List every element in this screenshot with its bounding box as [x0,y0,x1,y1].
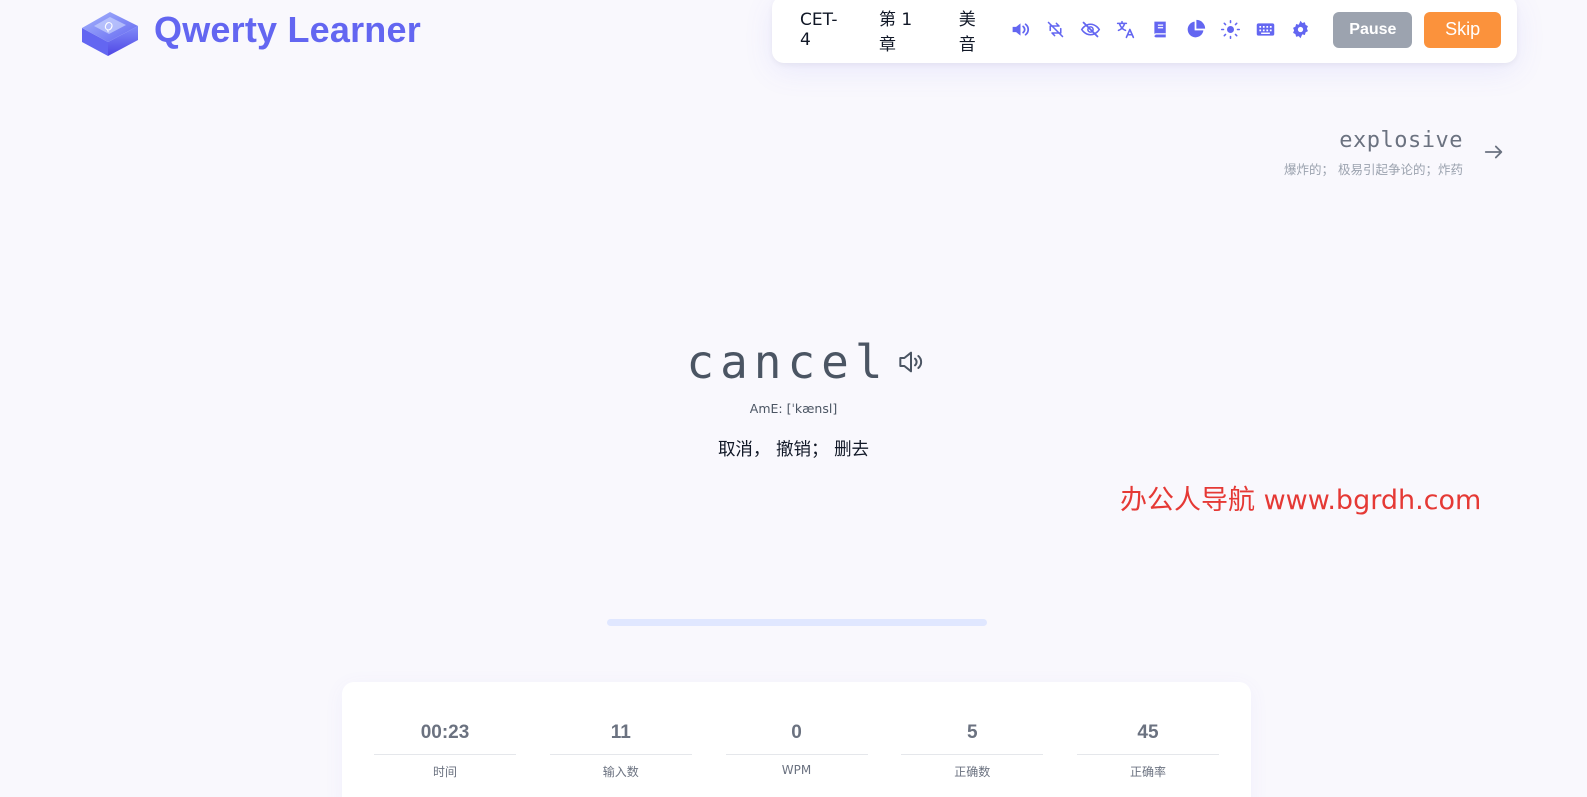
stats-pie-icon[interactable] [1185,19,1206,40]
current-word-panel: cancel AmE: [ˈkænsl] 取消， 撤销； 删去 [0,335,1587,461]
keyboard-icon[interactable] [1255,19,1276,40]
word-translation: 取消， 撤销； 删去 [717,440,870,460]
stat-value: 45 [1077,722,1219,755]
chapter-progress-bar [607,619,987,626]
speaker-icon[interactable] [895,346,927,378]
watermark: 办公人导航 www.bgrdh.com [1120,485,1482,516]
stat-input-count: 11 输入数 [549,722,692,797]
stat-time: 00:23 时间 [374,722,516,797]
stat-label: 输入数 [602,765,639,779]
phonetic: AmE: [ˈkænsl] [749,401,838,416]
chapter-selector[interactable]: 第 1 章 [869,0,941,61]
next-word-text: explosive [1339,128,1463,153]
app-logo[interactable]: Q Qwerty Learner [78,2,421,58]
current-word: cancel [686,335,889,389]
stat-value: 11 [549,722,692,755]
stat-correct-count: 5 正确数 [901,722,1044,797]
stat-label: 正确数 [954,765,991,779]
toolbar: CET-4 第 1 章 美音 Pause Skip [772,0,1517,63]
keycap-logo-icon: Q [82,12,138,56]
stats-panel: 00:23 时间 11 输入数 0 WPM 5 正确数 45 正确率 [342,682,1251,797]
stat-label: 时间 [432,765,457,779]
next-word-translation: 爆炸的； 极易引起争论的；炸药 [1284,162,1463,177]
stat-wpm: 0 WPM [725,722,868,797]
theme-sun-icon[interactable] [1220,19,1241,40]
stat-value: 5 [901,722,1044,755]
dictionary-selector[interactable]: CET-4 [790,4,855,56]
app-title: Qwerty Learner [154,9,421,50]
sound-icon[interactable] [1010,19,1031,40]
settings-gear-icon[interactable] [1290,19,1311,40]
stat-label: WPM [781,763,812,777]
arrow-right-icon[interactable] [1483,141,1505,163]
stat-value: 00:23 [374,722,516,755]
skip-button[interactable]: Skip [1424,11,1501,48]
stat-value: 0 [725,722,868,755]
translate-icon[interactable] [1115,19,1136,40]
typing-page: Q Qwerty Learner CET-4 第 1 章 美音 Pause Sk… [0,0,1587,797]
dictionary-book-icon[interactable] [1150,19,1171,40]
next-word[interactable]: explosive 爆炸的； 极易引起争论的；炸药 [1284,128,1463,178]
stat-accuracy: 45 正确率 [1077,722,1219,797]
loop-off-icon[interactable] [1045,19,1066,40]
stat-label: 正确率 [1129,765,1166,779]
hide-eye-icon[interactable] [1080,19,1101,40]
pause-button[interactable]: Pause [1333,11,1413,48]
pronunciation-selector[interactable]: 美音 [949,0,1001,61]
